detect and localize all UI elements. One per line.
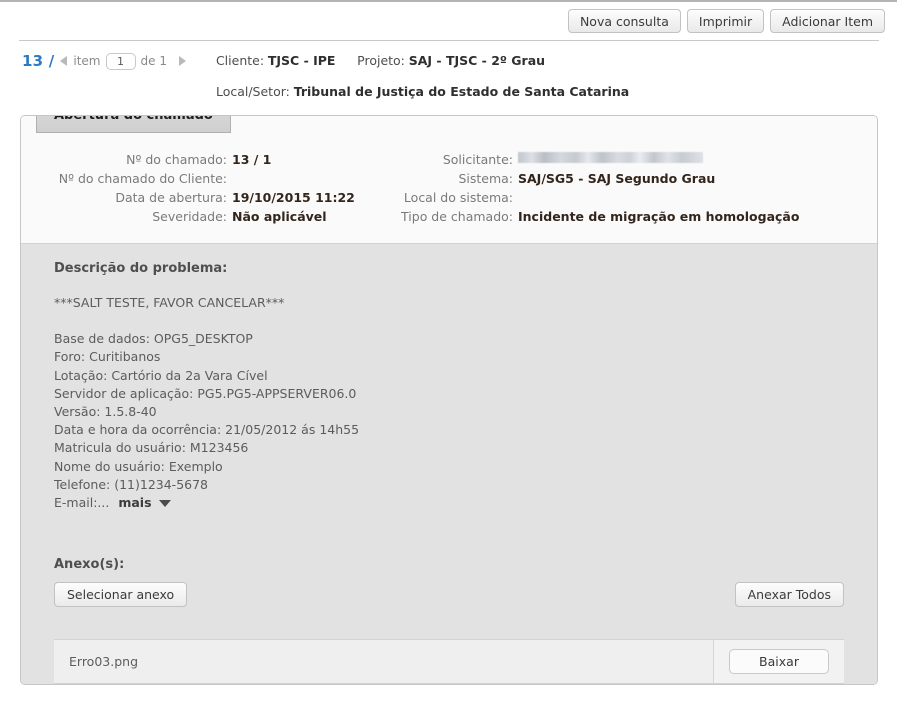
field-sistema: Sistema: SAJ/SG5 - SAJ Segundo Grau [401, 169, 877, 188]
attachment-action-cell: Baixar [713, 640, 844, 684]
description-title: Descrição do problema: [54, 261, 228, 276]
field-value: Incidente de migração em homologação [518, 209, 800, 224]
description-blank-line [54, 312, 877, 330]
projeto-label: Projeto: [357, 53, 405, 68]
attachment-file-name: Erro03.png [69, 654, 139, 670]
description-line: ***SALT TESTE, FAVOR CANCELAR*** [54, 295, 285, 310]
ticket-fields-left: Nº do chamado: 13 / 1 Nº do chamado do C… [21, 150, 401, 226]
description-line: Foro: Curitibanos [54, 349, 161, 365]
description-line: Lotação: Cartório da 2a Vara Cível [54, 367, 268, 383]
field-tipo-chamado: Tipo de chamado: Incidente de migração e… [401, 207, 877, 226]
chevron-down-icon[interactable] [158, 499, 171, 507]
field-solicitante: Solicitante: [401, 150, 877, 169]
breadcrumb-info: Cliente: TJSC - IPE Projeto: SAJ - TJSC … [216, 51, 629, 102]
ticket-panel: Abertura do chamado Nº do chamado: 13 / … [20, 115, 878, 686]
field-data-abertura: Data de abertura: 19/10/2015 11:22 [21, 188, 401, 207]
description-line: Telefone: (11)1234-5678 [54, 476, 209, 492]
attachments-section: Anexo(s): Selecionar anexo Anexar Todos … [54, 557, 877, 685]
ticket-fields: Nº do chamado: 13 / 1 Nº do chamado do C… [21, 150, 877, 226]
item-number-input[interactable] [105, 52, 136, 70]
field-label: Solicitante: [442, 152, 513, 167]
description-line: Data e hora da ocorrência: 21/05/2012 ás… [54, 422, 360, 438]
field-label: Data de abertura: [115, 190, 227, 205]
description-body: ***SALT TESTE, FAVOR CANCELAR*** Base de… [54, 294, 877, 512]
cliente-label: Cliente: [215, 53, 265, 68]
breadcrumb-line-local: Local/Setor: Tribunal de Justiça do Esta… [216, 82, 629, 102]
projeto-value: SAJ - TJSC - 2º Grau [408, 53, 546, 68]
field-value: SAJ/SG5 - SAJ Segundo Grau [518, 171, 716, 186]
baixar-button[interactable]: Baixar [729, 649, 829, 675]
field-numero-chamado-cliente: Nº do chamado do Cliente: [21, 169, 401, 188]
top-toolbar: Nova consulta Imprimir Adicionar Item [0, 2, 897, 40]
previous-item-arrow-icon[interactable] [60, 56, 68, 66]
imprimir-button[interactable]: Imprimir [686, 9, 765, 33]
next-item-arrow-icon[interactable] [178, 56, 186, 66]
field-label: Sistema: [458, 171, 513, 186]
record-number: 13 / [22, 52, 55, 70]
description-line: Nome do usuário: Exemplo [54, 458, 223, 474]
description-line: Base de dados: OPG5_DESKTOP [54, 331, 253, 347]
field-label: Nº do chamado: [126, 152, 227, 167]
field-local-sistema: Local do sistema: [401, 188, 877, 207]
field-label: Tipo de chamado: [401, 209, 513, 224]
email-label: E-mail:... [54, 495, 110, 511]
expand-description-row: E-mail:... mais [54, 494, 877, 512]
tab-abertura-do-chamado[interactable]: Abertura do chamado [36, 116, 231, 133]
anexar-todos-button[interactable]: Anexar Todos [734, 582, 844, 608]
ticket-fields-right: Solicitante: Sistema: SAJ/SG5 - SAJ Segu… [401, 150, 877, 226]
description-line: Matricula do usuário: M123456 [54, 440, 249, 456]
adicionar-item-button[interactable]: Adicionar Item [770, 9, 885, 33]
attachments-toolbar: Selecionar anexo Anexar Todos [54, 582, 844, 608]
mais-link[interactable]: mais [118, 494, 151, 512]
breadcrumb-line-cliente-projeto: Cliente: TJSC - IPE Projeto: SAJ - TJSC … [216, 51, 629, 71]
field-label: Local do sistema: [403, 190, 513, 205]
breadcrumb: 13 / item de 1 Cliente: TJSC - IPE Proje… [0, 41, 897, 102]
field-value: 13 / 1 [232, 152, 272, 167]
description-section: Descrição do problema: ***SALT TESTE, FA… [21, 243, 877, 685]
redacted-solicitante-value [518, 152, 703, 163]
attachments-title: Anexo(s): [54, 557, 125, 573]
field-label: Severidade: [152, 209, 227, 224]
field-value: Não aplicável [232, 209, 327, 224]
item-label: item [73, 54, 101, 68]
local-setor-label: Local/Setor: [215, 84, 290, 99]
nova-consulta-button[interactable]: Nova consulta [567, 9, 681, 33]
field-numero-chamado: Nº do chamado: 13 / 1 [21, 150, 401, 169]
selecionar-anexo-button[interactable]: Selecionar anexo [54, 582, 188, 608]
tab-strip: Abertura do chamado [36, 116, 231, 133]
description-line: Servidor de aplicação: PG5.PG5-APPSERVER… [54, 385, 357, 401]
attachments-list: Erro03.png Baixar [54, 639, 844, 685]
total-items-label: de 1 [140, 54, 167, 68]
record-pager: 13 / item de 1 [22, 51, 192, 70]
description-line: Versão: 1.5.8-40 [54, 404, 157, 420]
cliente-value: TJSC - IPE [267, 53, 336, 68]
field-label: Nº do chamado do Cliente: [58, 171, 227, 186]
attachment-row: Erro03.png Baixar [54, 640, 844, 685]
field-value: 19/10/2015 11:22 [232, 190, 355, 205]
local-setor-value: Tribunal de Justiça do Estado de Santa C… [293, 84, 630, 99]
ticket-summary: Nº do chamado: 13 / 1 Nº do chamado do C… [21, 116, 877, 243]
field-severidade: Severidade: Não aplicável [21, 207, 401, 226]
